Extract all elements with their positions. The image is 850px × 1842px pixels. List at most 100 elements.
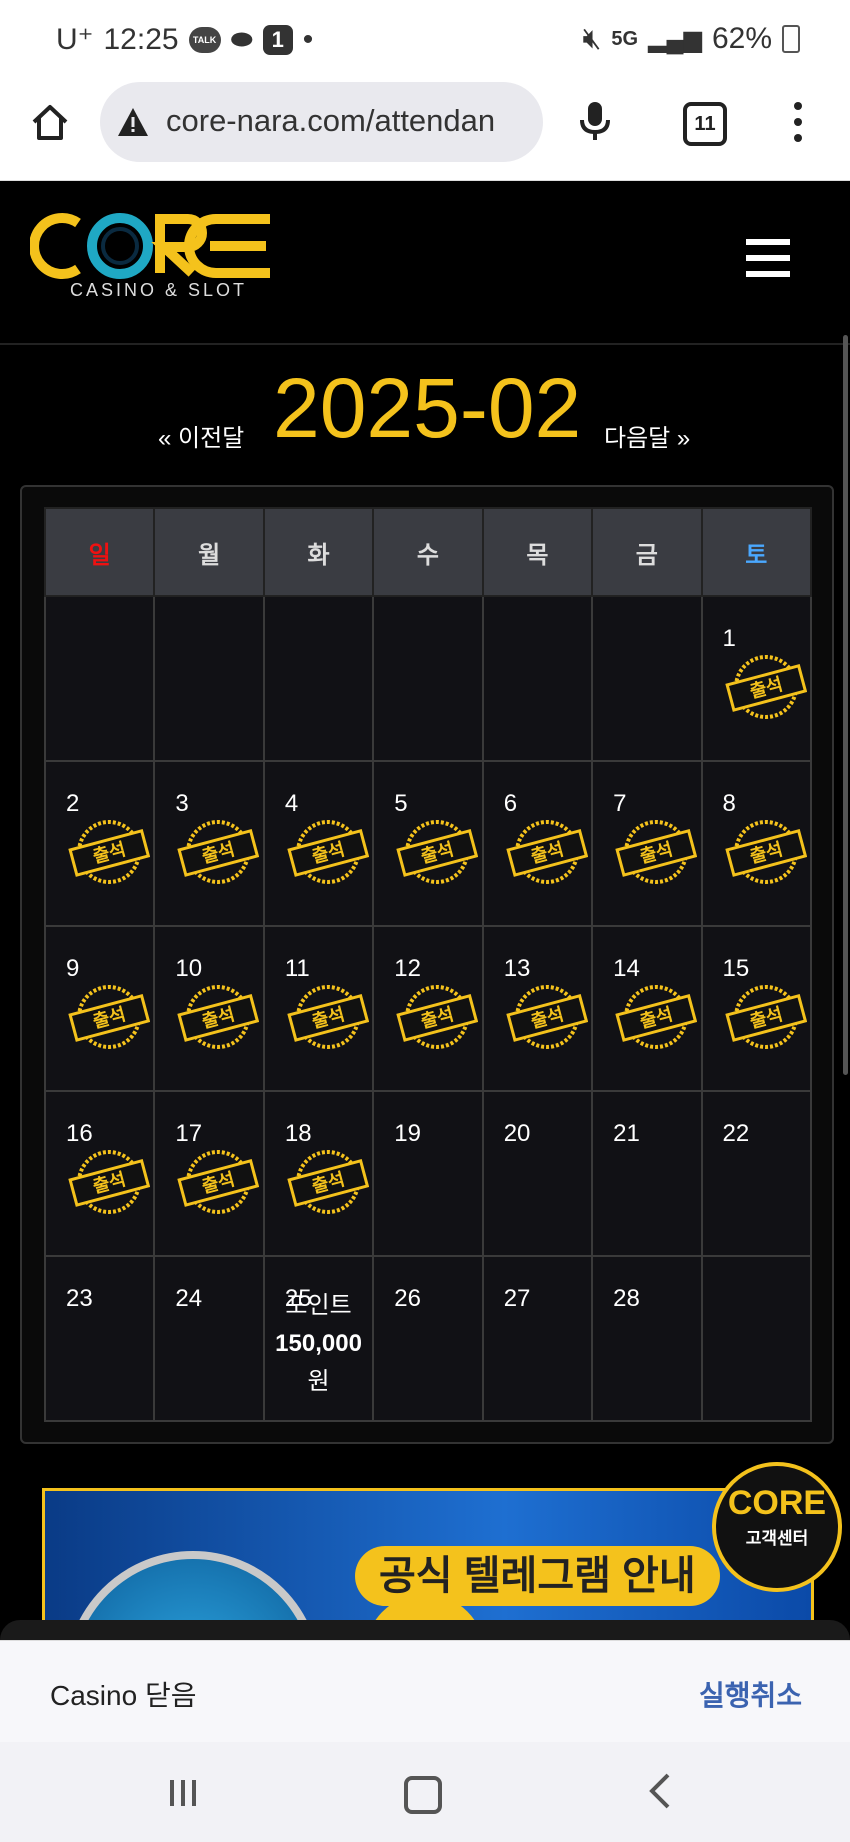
calendar-week: 23 24 25 포인트 150,000 원 26 27 28 xyxy=(43,1255,813,1422)
day-number: 19 xyxy=(394,1120,421,1147)
day-number: 17 xyxy=(175,1120,203,1147)
day-number: 27 xyxy=(503,1285,531,1312)
tab-switcher-button[interactable]: 11 xyxy=(683,102,727,146)
attendance-stamp-icon: 출석 xyxy=(68,985,150,1049)
calendar-day[interactable]: 18 출석 xyxy=(262,1090,375,1257)
month-navigation: « 이전달 2025-02 다음달 » xyxy=(0,360,850,470)
core-logo-graphic xyxy=(29,213,270,279)
calendar-day[interactable]: 19 xyxy=(372,1090,484,1257)
attendance-stamp-icon: 출석 xyxy=(177,820,260,884)
attendance-stamp-icon: 출석 xyxy=(68,1150,150,1214)
calendar-day[interactable]: 23 xyxy=(43,1255,156,1422)
calendar-day[interactable]: 1 출석 xyxy=(700,595,813,762)
cs-logo: CORE xyxy=(727,1484,827,1522)
pill-icon: ⬬ xyxy=(230,23,253,54)
back-icon[interactable] xyxy=(648,1772,672,1810)
attendance-stamp-icon: 출석 xyxy=(68,820,150,884)
attendance-stamp-icon: 출석 xyxy=(177,1150,260,1214)
current-month: 2025-02 xyxy=(273,361,582,455)
calendar-day[interactable]: 15 출석 xyxy=(700,925,813,1092)
calendar-day xyxy=(153,595,265,762)
site-logo[interactable]: CASINO & SLOT xyxy=(29,211,280,311)
url-text[interactable]: core-nara.com/attendan xyxy=(166,103,536,139)
weekday-header: 토 xyxy=(700,507,813,597)
bottom-sheet-edge xyxy=(0,1620,850,1640)
calendar-day[interactable]: 16 출석 xyxy=(43,1090,156,1257)
next-month-link[interactable]: 다음달 » xyxy=(604,418,690,453)
more-menu-icon[interactable] xyxy=(794,102,804,150)
battery-level: 62% xyxy=(711,22,772,55)
calendar-day[interactable]: 5 출석 xyxy=(372,760,484,927)
calendar-day xyxy=(591,595,703,762)
calendar-day[interactable]: 25 포인트 150,000 원 xyxy=(262,1255,375,1422)
weekday-header: 일 xyxy=(43,507,156,597)
calendar-day[interactable]: 26 xyxy=(372,1255,484,1422)
calendar-day[interactable]: 14 출석 xyxy=(591,925,703,1092)
calendar-day[interactable]: 10 출석 xyxy=(153,925,265,1092)
day-number: 10 xyxy=(175,955,203,982)
calendar-day[interactable]: 27 xyxy=(481,1255,594,1422)
day-number: 16 xyxy=(66,1120,93,1147)
calendar-day xyxy=(372,595,484,762)
calendar-day[interactable]: 9 출석 xyxy=(43,925,156,1092)
calendar-day[interactable]: 8 출석 xyxy=(700,760,813,927)
calendar-day xyxy=(700,1255,813,1422)
attendance-stamp-icon: 출석 xyxy=(287,820,369,884)
undo-button[interactable]: 실행취소 xyxy=(699,1674,802,1714)
day-number: 9 xyxy=(66,955,80,982)
day-number: 7 xyxy=(613,790,627,817)
calendar-day[interactable]: 28 xyxy=(591,1255,703,1422)
weekday-header: 화 xyxy=(262,507,375,597)
attendance-stamp-icon: 출석 xyxy=(396,985,479,1049)
more-notifications-dot: • xyxy=(302,22,314,56)
reward-points: 포인트 150,000 원 xyxy=(275,1292,362,1395)
weekday-header: 월 xyxy=(153,507,265,597)
signal-icon: ▂▄▆ xyxy=(648,25,702,53)
attendance-stamp-icon: 출석 xyxy=(287,1150,369,1214)
home-button-icon[interactable] xyxy=(404,1776,442,1814)
day-number: 5 xyxy=(394,790,408,817)
system-navigation-bar xyxy=(0,1742,850,1842)
calendar-day xyxy=(481,595,594,762)
day-number: 14 xyxy=(613,955,640,982)
calendar-day[interactable]: 17 출석 xyxy=(153,1090,265,1257)
day-number: 24 xyxy=(175,1285,203,1312)
home-icon[interactable] xyxy=(28,100,72,144)
day-number: 4 xyxy=(284,790,299,817)
logo-subtitle: CASINO & SLOT xyxy=(70,280,248,300)
calendar-day[interactable]: 12 출석 xyxy=(372,925,484,1092)
snackbar-message: Casino 닫음 xyxy=(50,1680,197,1711)
calendar-day[interactable]: 4 출석 xyxy=(262,760,375,927)
hamburger-menu-icon[interactable] xyxy=(746,239,790,287)
calendar-day[interactable]: 3 출석 xyxy=(153,760,265,927)
calendar-week: 2 출석 3 출석 4 출석 5 출석 6 출석 7 출석 8 출석 xyxy=(43,760,813,927)
customer-center-button[interactable]: CORE 고객센터 xyxy=(712,1462,842,1592)
address-bar[interactable]: core-nara.com/attendan xyxy=(100,82,543,162)
calendar-day[interactable]: 21 xyxy=(591,1090,703,1257)
attendance-stamp-icon: 출석 xyxy=(724,820,807,884)
mic-icon[interactable] xyxy=(578,100,612,144)
calendar-day[interactable]: 11 출석 xyxy=(262,925,375,1092)
calendar-table: 일월화수목금토 1 출석 2 출석 3 출석 4 출석 5 출석 6 출석 7 … xyxy=(43,507,813,1422)
network-type: 5G xyxy=(611,27,639,50)
calendar-day[interactable]: 13 출석 xyxy=(481,925,594,1092)
mute-icon: 🔇︎ xyxy=(582,22,602,55)
day-number: 26 xyxy=(394,1285,421,1312)
warning-icon[interactable] xyxy=(116,106,150,138)
calendar-day[interactable]: 2 출석 xyxy=(43,760,156,927)
browser-toolbar: core-nara.com/attendan 11 xyxy=(0,80,850,181)
attendance-stamp-icon: 출석 xyxy=(615,985,698,1049)
weekday-header: 금 xyxy=(591,507,703,597)
prev-month-link[interactable]: « 이전달 xyxy=(158,418,244,453)
day-number: 11 xyxy=(284,955,310,982)
calendar-day[interactable]: 7 출석 xyxy=(591,760,703,927)
calendar-day[interactable]: 20 xyxy=(481,1090,594,1257)
calendar-day[interactable]: 22 xyxy=(700,1090,813,1257)
calendar-day xyxy=(262,595,375,762)
calendar-day[interactable]: 24 xyxy=(153,1255,265,1422)
calendar-day[interactable]: 6 출석 xyxy=(481,760,594,927)
attendance-stamp-icon: 출석 xyxy=(724,655,807,719)
recent-apps-icon[interactable] xyxy=(168,1778,198,1808)
kakaotalk-icon: TALK xyxy=(188,26,221,53)
weekday-header: 수 xyxy=(372,507,484,597)
